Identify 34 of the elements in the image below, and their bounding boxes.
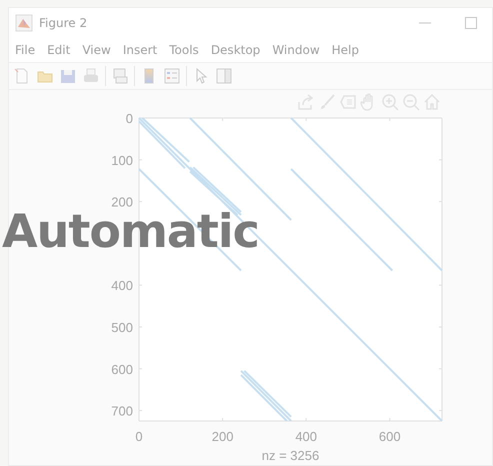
tick-label: 200 <box>212 429 234 444</box>
window-title: Figure 2 <box>39 16 88 30</box>
menu-item[interactable]: View <box>82 43 111 57</box>
tick-label: 400 <box>111 278 133 294</box>
menu-item[interactable]: Tools <box>169 43 199 57</box>
save-icon[interactable] <box>59 67 77 85</box>
tick-label: 700 <box>111 404 133 419</box>
tick-label: 0 <box>126 114 133 126</box>
app-icon <box>15 14 33 32</box>
tick-label: 400 <box>295 429 318 444</box>
linked-plot-icon[interactable] <box>111 67 129 85</box>
tick-label: 200 <box>111 194 133 210</box>
tick-label: 0 <box>135 429 143 444</box>
tick-label: 100 <box>111 152 133 168</box>
menu-item[interactable]: Help <box>332 43 359 57</box>
data-tip-icon[interactable] <box>339 93 357 111</box>
property-editor-icon[interactable] <box>215 67 233 85</box>
zoom-out-icon[interactable] <box>402 93 420 111</box>
x-axis-label: nz = 3256 <box>262 448 320 463</box>
menu-item[interactable]: Window <box>272 43 320 57</box>
export-icon[interactable] <box>297 93 315 111</box>
tick-label: 600 <box>378 429 401 444</box>
maximize-icon[interactable] <box>464 16 478 30</box>
menu-item[interactable]: Edit <box>47 43 70 57</box>
home-icon[interactable] <box>423 93 441 111</box>
print-icon[interactable] <box>82 67 100 85</box>
legend-icon[interactable] <box>163 67 181 85</box>
zoom-in-icon[interactable] <box>381 93 399 111</box>
tick-label: 500 <box>111 320 133 335</box>
menu-item[interactable]: Desktop <box>210 43 260 57</box>
menu-item[interactable]: File <box>15 43 36 57</box>
menu-item[interactable]: Insert <box>122 43 158 57</box>
brush-icon[interactable] <box>318 93 336 111</box>
tick-label: 600 <box>111 362 133 377</box>
